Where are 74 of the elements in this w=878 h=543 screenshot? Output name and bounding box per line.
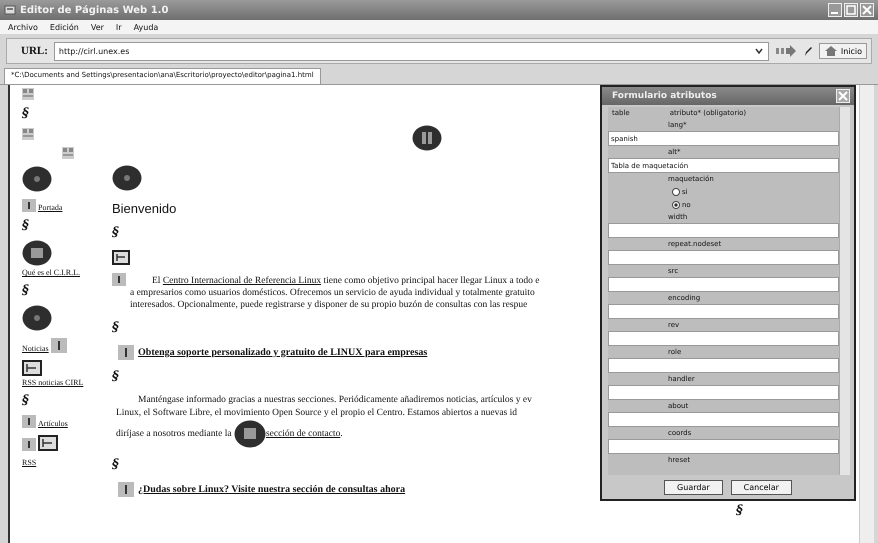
input-field[interactable] [608,439,839,454]
heading-link[interactable]: ¿Dudas sobre Linux? Visite nuestra sección de consultas ahora [138,484,406,495]
sidebar-link[interactable]: RSS [22,458,36,467]
menu-item[interactable]: Edición [50,22,79,32]
input-field[interactable] [608,250,839,265]
close-icon[interactable] [836,89,850,103]
radio-button[interactable] [672,200,680,208]
menu-item[interactable]: Archivo [8,22,38,32]
app-icon [4,4,16,16]
menu-item[interactable]: Ver [90,22,104,32]
section-mark: § [112,226,119,240]
image-placeholder-icon [22,128,34,140]
input-field[interactable] [608,223,839,238]
page-heading: Bienvenido [112,201,176,216]
frame-icon [112,250,130,265]
sidebar-link[interactable]: Qué es el C.I.R.L. [22,268,80,277]
round-badge-icon [22,305,52,331]
section-mark: § [736,503,743,518]
minimize-icon[interactable] [828,3,842,17]
close-icon[interactable] [860,3,874,17]
input-field[interactable] [608,277,839,292]
sidebar-link[interactable]: Portada [38,203,62,212]
link[interactable]: Centro Internacional de Referencia Linux [162,276,322,286]
sidebar-link[interactable]: Artículos [38,419,68,428]
marker-icon [118,345,134,360]
round-badge-icon [412,125,442,151]
url-label: URL: [20,45,48,57]
heading-link[interactable]: Obtenga soporte personalizado y gratuito de LINUX para empresas [138,347,428,358]
window-title: Editor de Páginas Web 1.0 [20,4,168,16]
paragraph: Manténgase informado gracias a nuestras secciones. Periódicamente añadiremos noticias, artículos y ev Linux, el Software Libre, el movimiento Open Source y el propio el Centro. Estamos abiertos a nuevas id diríjase a nosotros mediante la sección de contacto. [116,394,532,448]
section-mark: § [112,458,119,472]
home-button[interactable]: Inicio [818,43,867,59]
section-mark: § [22,394,29,408]
image-placeholder-icon [62,147,74,159]
dialog-title: Formulario atributos [612,91,717,101]
link[interactable]: sección de contacto [266,429,340,440]
section-mark: § [112,370,119,384]
input-field[interactable] [608,358,839,373]
dialog-button[interactable]: Guardar [664,480,723,494]
paragraph: El Centro Internacional de Referencia Linux tiene como objetivo principal hacer llegar Linux a todo e a empresarios como usuarios domésticos. Ofrecemos un servicio de ayuda individual y totalmente gratuito interesados. Opcionalmente, puede registrarse y disponer de su propio buzón de consultas con las respue [130,275,540,311]
sidebar-link[interactable]: RSS noticias CIRL [22,378,84,387]
input-field[interactable] [608,331,839,346]
dialog-button[interactable]: Cancelar [730,480,792,494]
round-badge-icon [22,166,52,192]
marker-icon [22,199,36,212]
image-placeholder-icon [22,88,34,100]
input-field[interactable] [608,304,839,319]
marker-icon [22,438,36,451]
marker-icon [118,482,134,497]
home-icon [824,45,838,57]
dropdown-icon[interactable] [754,46,764,56]
menu-item[interactable]: Ayuda [134,22,158,32]
input-field[interactable] [608,412,839,427]
scrollbar[interactable] [859,85,874,543]
round-badge-icon [234,420,266,448]
marker-icon [22,415,36,428]
frame-icon [38,435,58,451]
round-badge-icon [112,165,142,191]
go-arrow-icon[interactable] [774,44,797,58]
marker-icon [50,338,67,353]
pen-icon[interactable] [802,45,813,57]
maximize-icon[interactable] [844,3,858,17]
input-field[interactable] [608,385,839,400]
sidebar-link[interactable]: Noticias [22,344,49,353]
section-mark: § [112,321,119,335]
scrollbar[interactable] [839,107,850,475]
url-field[interactable]: http://cirl.unex.es [54,42,769,60]
section-mark: § [22,284,29,298]
round-badge-icon [22,240,52,266]
frame-icon [22,360,42,376]
radio-button[interactable] [672,188,680,196]
section-mark: § [22,219,29,233]
section-mark: § [22,107,29,121]
menu-item[interactable]: Ir [116,22,122,32]
